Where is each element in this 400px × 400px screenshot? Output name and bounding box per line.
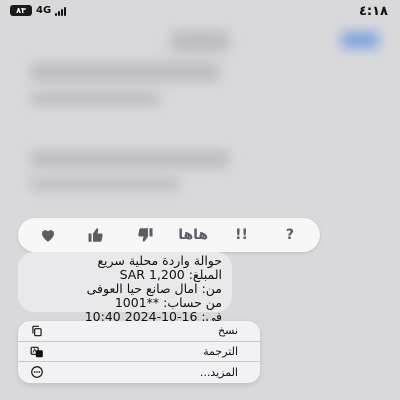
network-label: 4G bbox=[36, 5, 52, 16]
battery-icon: ٨٣ bbox=[10, 5, 32, 16]
menu-item-label: المزيد... bbox=[199, 365, 238, 379]
message-line: من: امال صانع حيا العوفى bbox=[86, 281, 222, 296]
translate-icon bbox=[30, 346, 43, 357]
thumbs-down-icon bbox=[138, 228, 153, 242]
tapback-reaction-bar: هاها !! ? bbox=[18, 218, 320, 252]
more-icon bbox=[31, 366, 43, 379]
thumbs-up-icon bbox=[88, 228, 104, 242]
copy-icon bbox=[32, 325, 42, 337]
emphasize-reaction-button[interactable]: !! bbox=[222, 222, 262, 248]
status-time: ٤:١٨ bbox=[358, 4, 388, 19]
thumbs-down-reaction-button[interactable] bbox=[125, 222, 165, 248]
menu-item-label: نسخ bbox=[218, 324, 238, 338]
menu-item-copy[interactable]: نسخ bbox=[18, 321, 260, 342]
heart-reaction-button[interactable] bbox=[28, 222, 68, 248]
question-reaction-button[interactable]: ? bbox=[270, 222, 310, 248]
haha-reaction-button[interactable]: هاها bbox=[173, 222, 213, 248]
status-indicators: ٨٣ 4G bbox=[10, 5, 67, 16]
message-line: من حساب: **1001 bbox=[114, 295, 222, 310]
heart-icon bbox=[42, 230, 54, 242]
context-menu: نسخ الترجمة المزيد... bbox=[18, 321, 260, 383]
signal-icon bbox=[55, 6, 67, 16]
menu-item-more[interactable]: المزيد... bbox=[18, 362, 260, 383]
message-line: حوالة واردة محلية سريع bbox=[97, 253, 222, 268]
message-line: المبلغ: SAR 1,200 bbox=[119, 267, 222, 282]
menu-item-translate[interactable]: الترجمة bbox=[18, 342, 260, 363]
status-bar: ٤:١٨ ٨٣ 4G bbox=[0, 0, 400, 24]
thumbs-up-reaction-button[interactable] bbox=[76, 222, 116, 248]
menu-item-label: الترجمة bbox=[203, 344, 238, 358]
message-bubble[interactable]: حوالة واردة محلية سريع المبلغ: SAR 1,200… bbox=[18, 252, 232, 324]
